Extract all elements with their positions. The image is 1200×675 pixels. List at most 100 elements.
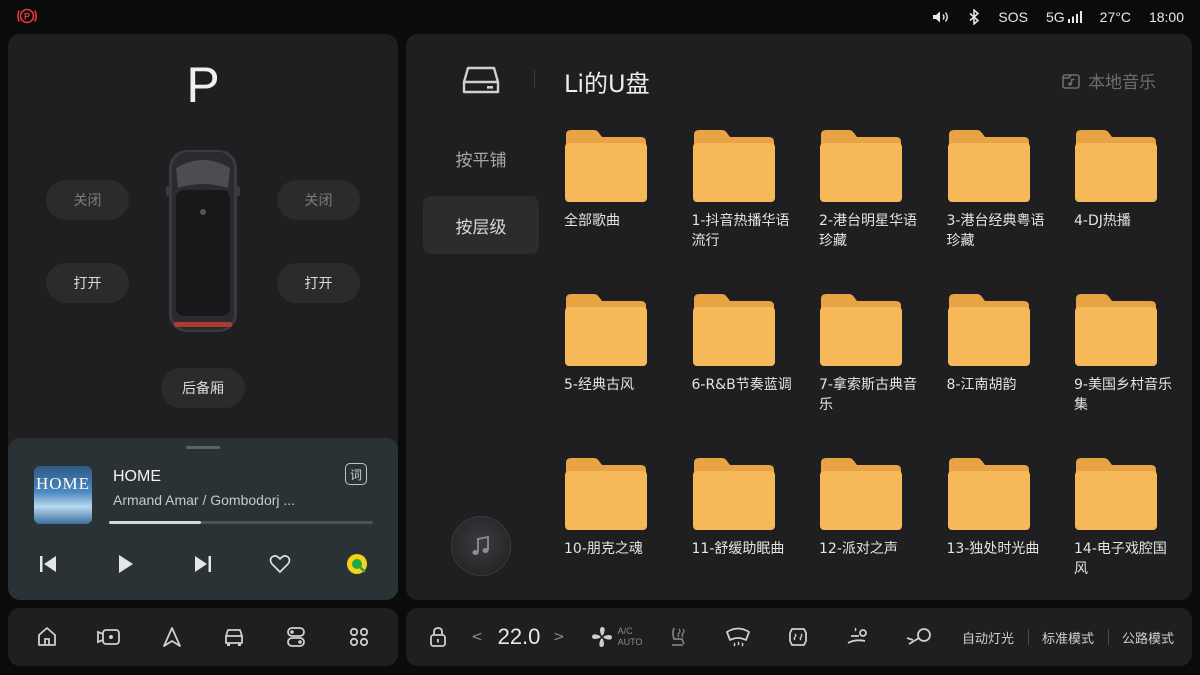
- local-music-label: 本地音乐: [1088, 73, 1156, 93]
- folder-icon: [820, 130, 902, 202]
- folder-icon: [947, 294, 1030, 366]
- status-bar: P SOS 5G 27°C 18:00: [0, 0, 1200, 33]
- folder-icon: [565, 294, 647, 366]
- folder-item[interactable]: 2-港台明星华语珍藏: [819, 129, 929, 251]
- vehicle-panel: P 关闭 关闭 打开 打开 后备厢 HOME HOME Armand Amar …: [8, 34, 398, 600]
- outside-temperature: 27°C: [1099, 8, 1131, 25]
- drag-handle[interactable]: [186, 446, 220, 449]
- folder-icon: [820, 294, 902, 366]
- left-door-close-button[interactable]: 关闭: [46, 180, 129, 220]
- auto-lights-button[interactable]: 自动灯光: [956, 608, 1020, 666]
- car-icon[interactable]: [220, 623, 248, 651]
- music-note-button[interactable]: [451, 516, 511, 576]
- auto-label: AUTO: [617, 637, 643, 647]
- folder-icon: [820, 458, 902, 530]
- song-artist: Armand Amar / Gombodorj ...: [113, 492, 296, 508]
- folder-item[interactable]: 11-舒缓助眠曲: [692, 457, 802, 559]
- home-icon[interactable]: [33, 623, 61, 651]
- rear-defrost-icon[interactable]: [784, 608, 812, 666]
- ac-auto-button[interactable]: A/C AUTO: [586, 608, 646, 666]
- header-divider: [534, 70, 535, 88]
- album-art-text: HOME: [35, 474, 91, 493]
- music-note-icon: [472, 535, 489, 555]
- car-top-view: [166, 148, 240, 334]
- folder-name: 13-独处时光曲: [946, 541, 1040, 557]
- folder-name: 5-经典古风: [564, 377, 634, 393]
- song-title: HOME: [113, 468, 161, 485]
- qq-music-icon[interactable]: [343, 550, 371, 578]
- left-door-open-button[interactable]: 打开: [46, 263, 129, 303]
- sos-label[interactable]: SOS: [998, 9, 1028, 25]
- highway-mode-button[interactable]: 公路模式: [1116, 608, 1180, 666]
- folder-icon: [1075, 458, 1157, 530]
- folder-icon: [1075, 294, 1157, 366]
- folder-icon: [947, 130, 1030, 202]
- music-browser-panel: Li的U盘 本地音乐 按平铺 按层级 全部歌曲 1-抖音热播华语流行 2-港台明星华…: [406, 34, 1192, 600]
- folder-icon: [1075, 130, 1157, 202]
- fan-icon: [591, 627, 612, 647]
- lyrics-button[interactable]: 词: [345, 463, 367, 485]
- temp-up-button[interactable]: >: [552, 608, 566, 666]
- album-art[interactable]: HOME: [34, 466, 92, 524]
- gear-indicator: P: [186, 57, 220, 113]
- folder-name: 1-抖音热播华语流行: [691, 213, 790, 249]
- apps-icon[interactable]: [345, 623, 373, 651]
- right-door-open-button[interactable]: 打开: [277, 263, 360, 303]
- folder-item[interactable]: 3-港台经典粤语珍藏: [947, 129, 1057, 251]
- clock: 18:00: [1148, 8, 1184, 25]
- folder-name: 8-江南胡韵: [946, 377, 1017, 393]
- folder-item[interactable]: 7-拿索斯古典音乐: [819, 293, 929, 415]
- folder-icon: [692, 130, 775, 202]
- right-door-close-button[interactable]: 关闭: [277, 180, 360, 220]
- folder-icon: [692, 294, 775, 366]
- folder-name: 9-美国乡村音乐集: [1074, 377, 1172, 413]
- folder-item[interactable]: 全部歌曲: [564, 129, 674, 231]
- network-label: 5G: [1045, 8, 1065, 25]
- folder-icon: [692, 458, 775, 530]
- main-dock: [8, 608, 398, 666]
- folder-item[interactable]: 10-朋克之魂: [564, 457, 674, 559]
- seat-heat-icon[interactable]: [664, 608, 692, 666]
- dock-separator: [1108, 629, 1109, 645]
- progress-bar[interactable]: [109, 521, 373, 524]
- folder-item[interactable]: 4-DJ热播: [1074, 129, 1184, 231]
- front-defrost-icon[interactable]: [724, 608, 752, 666]
- trunk-button[interactable]: 后备厢: [161, 368, 245, 408]
- bluetooth-icon[interactable]: [968, 8, 980, 25]
- lock-icon[interactable]: [426, 608, 450, 666]
- folder-item[interactable]: 12-派对之声: [819, 457, 929, 559]
- folder-item[interactable]: 6-R&B节奏蓝调: [692, 293, 802, 395]
- network-indicator: 5G: [1046, 9, 1082, 25]
- folder-item[interactable]: 13-独处时光曲: [947, 457, 1057, 559]
- folder-name: 14-电子戏腔国风: [1074, 541, 1167, 577]
- climate-dock: < 22.0 > A/C AUTO 自动灯光 标准模式 公路模式: [406, 608, 1192, 666]
- mirror-adjust-icon[interactable]: [904, 608, 934, 666]
- play-icon[interactable]: [112, 550, 140, 578]
- temp-down-button[interactable]: <: [470, 608, 484, 666]
- volume-icon[interactable]: [932, 10, 950, 24]
- controls-icon[interactable]: [282, 623, 310, 651]
- navigation-icon[interactable]: [158, 623, 186, 651]
- steering-heat-icon[interactable]: [844, 608, 872, 666]
- folder-name: 全部歌曲: [564, 213, 620, 229]
- folder-item[interactable]: 5-经典古风: [564, 293, 674, 395]
- folder-name: 3-港台经典粤语珍藏: [946, 213, 1045, 249]
- previous-icon[interactable]: [34, 550, 62, 578]
- folder-item[interactable]: 9-美国乡村音乐集: [1074, 293, 1184, 415]
- folder-name: 11-舒缓助眠曲: [691, 541, 785, 557]
- heart-icon[interactable]: [266, 550, 294, 578]
- folder-item[interactable]: 14-电子戏腔国风: [1074, 457, 1184, 579]
- camera-icon[interactable]: [95, 623, 123, 651]
- standard-mode-button[interactable]: 标准模式: [1036, 608, 1100, 666]
- music-player-card[interactable]: HOME HOME Armand Amar / Gombodorj ... 词: [8, 438, 398, 600]
- folder-item[interactable]: 1-抖音热播华语流行: [692, 129, 802, 251]
- progress-bar-fill: [109, 521, 202, 524]
- tab-flat-view[interactable]: 按平铺: [423, 129, 539, 187]
- local-music-button[interactable]: 本地音乐: [1062, 68, 1156, 93]
- tab-hierarchy-view[interactable]: 按层级: [423, 196, 539, 254]
- folder-item[interactable]: 8-江南胡韵: [947, 293, 1057, 395]
- folder-name: 4-DJ热播: [1074, 213, 1131, 229]
- folder-icon: [947, 458, 1030, 530]
- next-icon[interactable]: [189, 550, 217, 578]
- svg-text:P: P: [24, 12, 30, 22]
